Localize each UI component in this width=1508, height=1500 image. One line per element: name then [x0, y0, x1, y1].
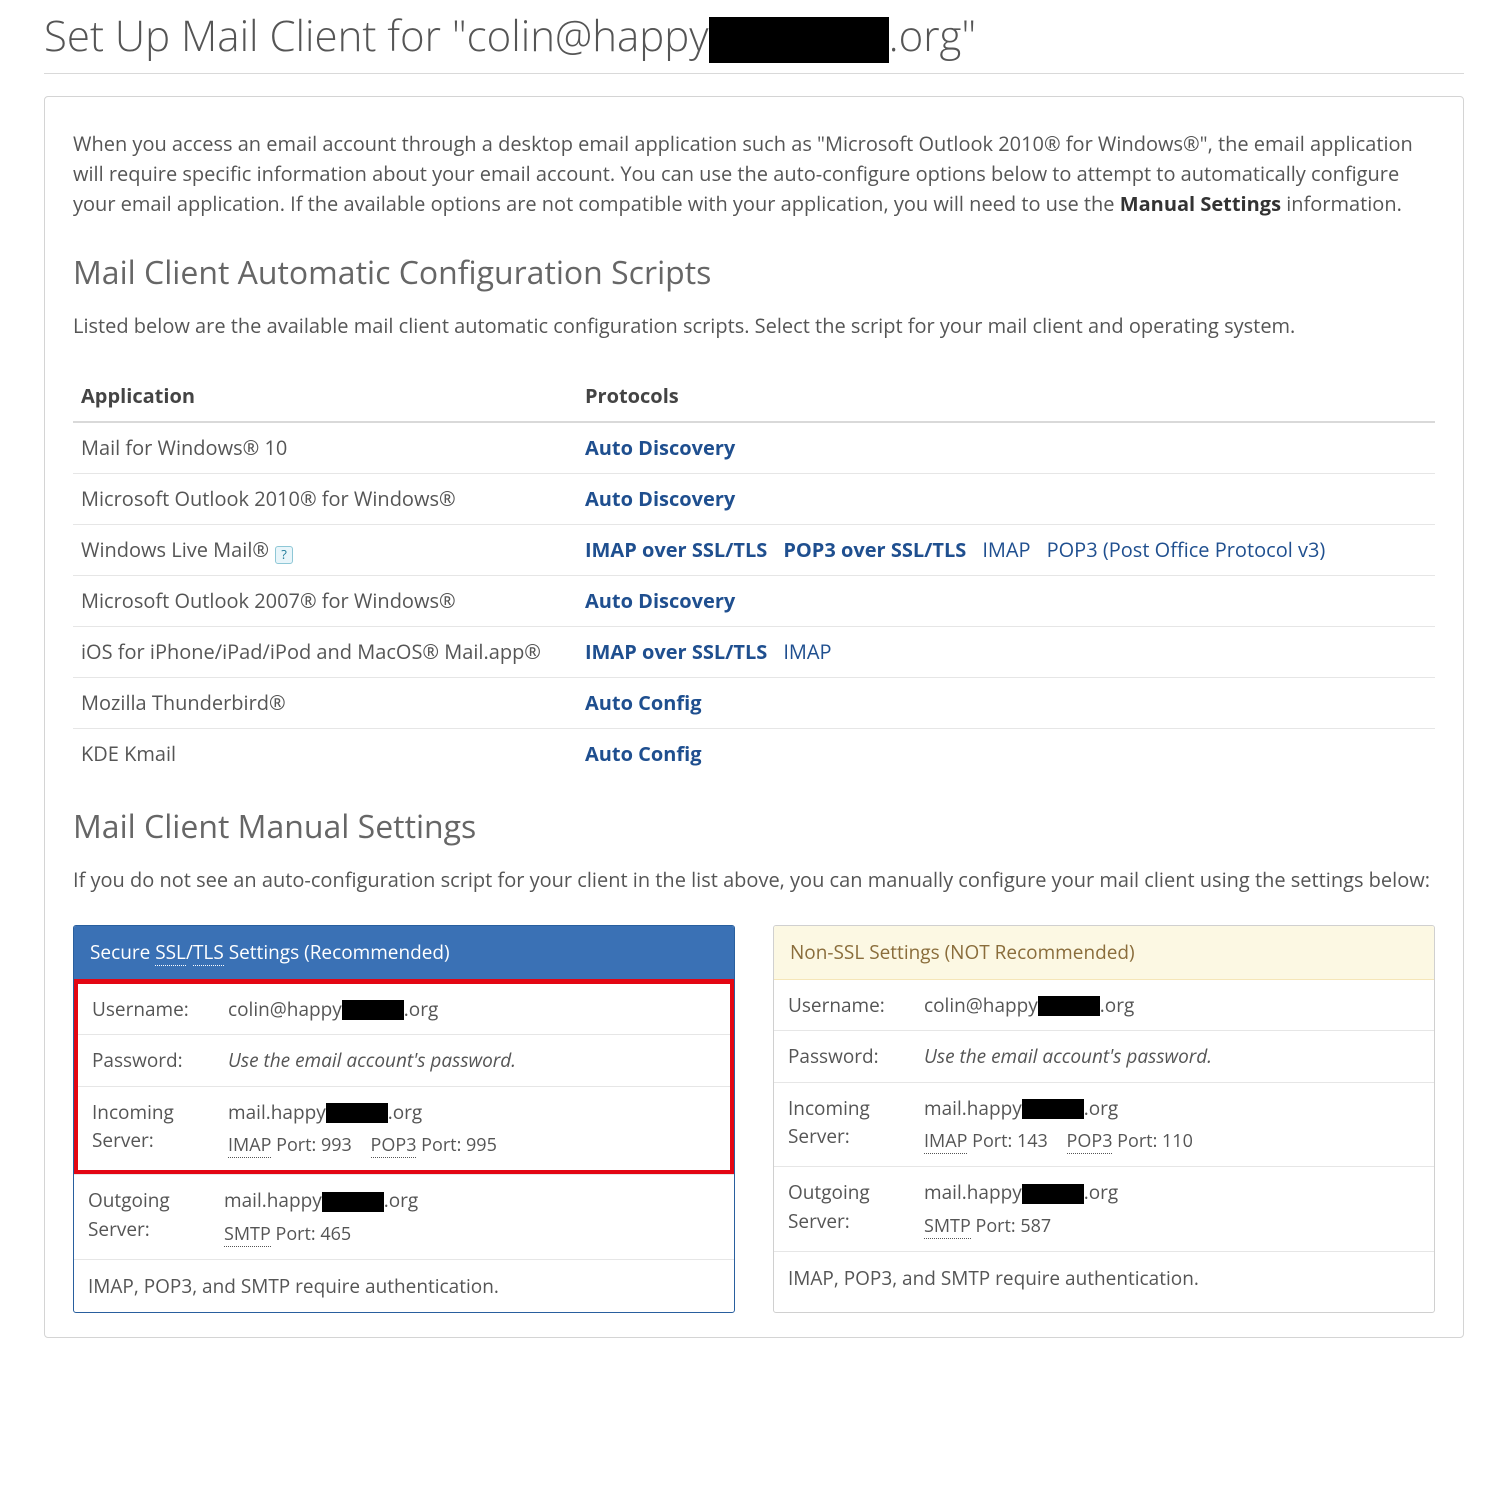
- table-row: Mail for Windows® 10 Auto Discovery: [73, 422, 1435, 474]
- protocols-cell: IMAP over SSL/TLS POP3 over SSL/TLS IMAP PO…: [577, 525, 1435, 576]
- content-card: When you access an email account through…: [44, 96, 1464, 1338]
- protocols-cell: Auto Discovery: [577, 474, 1435, 525]
- protocols-cell: Auto Discovery: [577, 422, 1435, 474]
- secure-password-label: Password:: [78, 1035, 228, 1086]
- table-row: Windows Live Mail®? IMAP over SSL/TLS POP3…: [73, 525, 1435, 576]
- protocol-link[interactable]: Auto Discovery: [585, 587, 735, 614]
- secure-username-value: colin@happy .org: [228, 984, 730, 1035]
- table-row: KDE Kmail Auto Config: [73, 729, 1435, 780]
- highlighted-region: Username: colin@happy .org Password: Use…: [73, 979, 735, 1176]
- nonssl-outgoing-value: mail.happy .org SMTP Port: 587: [924, 1167, 1434, 1251]
- nonssl-username-value: colin@happy .org: [924, 980, 1434, 1031]
- protocol-link[interactable]: IMAP over SSL/TLS: [585, 536, 767, 563]
- protocols-cell: Auto Discovery: [577, 576, 1435, 627]
- protocol-link[interactable]: POP3 over SSL/TLS: [783, 536, 966, 563]
- secure-auth-note: IMAP, POP3, and SMTP require authenticat…: [74, 1259, 734, 1313]
- protocol-link[interactable]: Auto Discovery: [585, 434, 735, 461]
- secure-username-label: Username:: [78, 984, 228, 1035]
- secure-outgoing-value: mail.happy .org SMTP Port: 465: [224, 1175, 734, 1259]
- app-cell: KDE Kmail: [73, 729, 577, 780]
- nonssl-settings-panel: Non-SSL Settings (NOT Recommended) Usern…: [773, 925, 1435, 1313]
- protocols-cell: IMAP over SSL/TLS IMAP: [577, 627, 1435, 678]
- protocol-link[interactable]: IMAP: [982, 536, 1030, 563]
- nonssl-auth-note: IMAP, POP3, and SMTP require authenticat…: [774, 1251, 1434, 1305]
- app-cell: iOS for iPhone/iPad/iPod and MacOS® Mail…: [73, 627, 577, 678]
- protocols-cell: Auto Config: [577, 678, 1435, 729]
- nonssl-outgoing-label: Outgoing Server:: [774, 1167, 924, 1251]
- protocols-cell: Auto Config: [577, 729, 1435, 780]
- nonssl-password-hint: Use the email account's password.: [924, 1031, 1434, 1082]
- help-icon[interactable]: ?: [275, 546, 293, 564]
- nonssl-incoming-label: Incoming Server:: [774, 1083, 924, 1167]
- scripts-table: Application Protocols Mail for Windows® …: [73, 371, 1435, 779]
- page-title: Set Up Mail Client for "colin@happy .org…: [44, 4, 1464, 74]
- protocol-link[interactable]: Auto Discovery: [585, 485, 735, 512]
- nonssl-username-label: Username:: [774, 980, 924, 1031]
- th-protocols: Protocols: [577, 371, 1435, 422]
- app-cell: Mail for Windows® 10: [73, 422, 577, 474]
- protocol-link[interactable]: POP3 (Post Office Protocol v3): [1047, 536, 1326, 563]
- table-row: Microsoft Outlook 2007® for Windows® Auto…: [73, 576, 1435, 627]
- table-row: Mozilla Thunderbird® Auto Config: [73, 678, 1435, 729]
- nonssl-incoming-value: mail.happy .org IMAP Port: 143 POP3 Port…: [924, 1083, 1434, 1167]
- nonssl-password-label: Password:: [774, 1031, 924, 1082]
- table-row: Microsoft Outlook 2010® for Windows® Auto…: [73, 474, 1435, 525]
- scripts-heading: Mail Client Automatic Configuration Scri…: [73, 249, 1435, 297]
- secure-incoming-label: Incoming Server:: [78, 1087, 228, 1171]
- manual-settings-strong: Manual Settings: [1120, 190, 1281, 217]
- protocol-link[interactable]: IMAP over SSL/TLS: [585, 638, 767, 665]
- app-cell: Mozilla Thunderbird®: [73, 678, 577, 729]
- secure-settings-panel: Secure SSL/TLS Settings (Recommended) Us…: [73, 925, 735, 1313]
- nonssl-panel-header: Non-SSL Settings (NOT Recommended): [774, 926, 1434, 980]
- secure-password-hint: Use the email account's password.: [228, 1035, 730, 1086]
- manual-heading: Mail Client Manual Settings: [73, 803, 1435, 851]
- app-cell: Microsoft Outlook 2007® for Windows®: [73, 576, 577, 627]
- protocol-link[interactable]: IMAP: [783, 638, 831, 665]
- scripts-sub: Listed below are the available mail clie…: [73, 311, 1435, 341]
- secure-outgoing-label: Outgoing Server:: [74, 1175, 224, 1259]
- manual-sub: If you do not see an auto-configuration …: [73, 865, 1435, 895]
- app-cell: Windows Live Mail®?: [73, 525, 577, 576]
- app-cell: Microsoft Outlook 2010® for Windows®: [73, 474, 577, 525]
- secure-incoming-value: mail.happy .org IMAP Port: 993 POP3 Port…: [228, 1087, 730, 1171]
- secure-panel-header: Secure SSL/TLS Settings (Recommended): [74, 926, 734, 980]
- protocol-link[interactable]: Auto Config: [585, 689, 702, 716]
- intro-text: When you access an email account through…: [73, 129, 1435, 219]
- th-application: Application: [73, 371, 577, 422]
- protocol-link[interactable]: Auto Config: [585, 740, 702, 767]
- table-row: iOS for iPhone/iPad/iPod and MacOS® Mail…: [73, 627, 1435, 678]
